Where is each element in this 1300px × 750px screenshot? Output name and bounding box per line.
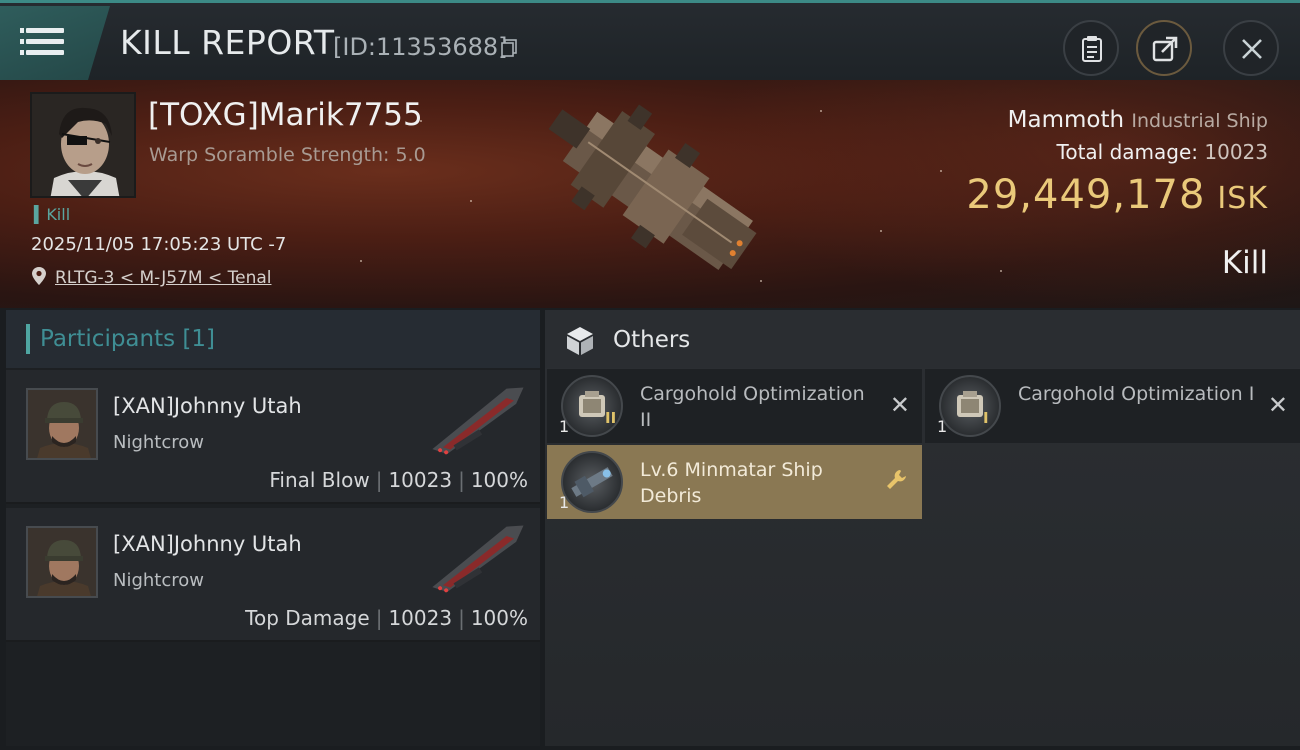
victim-portrait[interactable] — [30, 92, 136, 198]
participants-title: Participants [1] — [40, 326, 216, 352]
clipboard-button[interactable] — [1063, 20, 1119, 76]
participant-name[interactable]: [XAN]Johnny Utah — [113, 532, 302, 556]
kill-tag: ▍Kill — [34, 205, 71, 224]
close-icon — [1242, 39, 1262, 59]
cargohold-module-icon — [561, 375, 623, 437]
destroyed-x-icon: ✕ — [1267, 391, 1288, 419]
participant-damage: 10023 — [388, 468, 453, 492]
ship-debris-icon — [561, 451, 623, 513]
ship-class-label: Industrial Ship — [1131, 110, 1268, 132]
participant-role: Final Blow — [269, 468, 370, 492]
top-bar: KILL REPORT [ID:11353688] — [0, 0, 1300, 80]
item-tier: II — [605, 409, 617, 427]
participants-panel: Participants [1] [XAN]Johnny Utah Nightc… — [6, 310, 540, 746]
copy-icon[interactable] — [501, 39, 517, 57]
total-damage: Total damage: 10023 — [1057, 140, 1268, 164]
wrench-icon — [887, 470, 906, 489]
item-name: Lv.6 Minmatar Ship Debris — [640, 459, 823, 507]
report-id: [ID:11353688] — [333, 33, 508, 61]
participant-stats: Top Damage | 10023 | 100% — [245, 606, 528, 630]
cube-icon — [567, 327, 593, 355]
page-title: KILL REPORT — [120, 23, 335, 62]
menu-button[interactable] — [0, 6, 110, 80]
avatar[interactable] — [26, 388, 98, 460]
isk-amount: 29,449,178 — [966, 172, 1206, 218]
participant-row[interactable]: [XAN]Johnny Utah Nightcrow Final Blow | 10… — [6, 370, 540, 504]
avatar[interactable] — [26, 526, 98, 598]
total-damage-value: 10023 — [1204, 140, 1268, 164]
participant-row[interactable]: [XAN]Johnny Utah Nightcrow Top Damage | 10… — [6, 508, 540, 642]
participant-role: Top Damage — [245, 606, 370, 630]
item-slot[interactable]: 1 II Cargohold Optimization II ✕ — [547, 369, 922, 443]
victim-ship-image — [548, 104, 757, 270]
location-link[interactable]: RLTG-3 < M-J57M < Tenal — [55, 268, 271, 288]
others-title: Others — [613, 327, 691, 353]
result-label: Kill — [1221, 245, 1268, 281]
victim-ship-name[interactable]: Mammoth Industrial Ship — [1008, 107, 1268, 133]
isk-value: 29,449,178 ISK — [966, 172, 1268, 218]
others-panel: Others 1 II Cargohold Optimization II ✕ … — [545, 310, 1300, 746]
total-damage-label: Total damage: — [1056, 140, 1199, 164]
participant-ship-image — [432, 525, 524, 593]
isk-unit: ISK — [1217, 181, 1268, 216]
participant-damage: 10023 — [388, 606, 453, 630]
participants-header: Participants [1] — [6, 310, 540, 368]
item-name: Cargohold Optimization II — [640, 383, 865, 431]
participant-ship: Nightcrow — [113, 570, 204, 591]
participant-ship-image — [432, 387, 524, 455]
kill-timestamp: 2025/11/05 17:05:23 UTC -7 — [31, 234, 287, 255]
item-slot[interactable]: 1 I Cargohold Optimization I ✕ — [925, 369, 1300, 443]
warp-scramble-strength: Warp Soramble Strength: 5.0 — [149, 144, 426, 166]
participant-ship: Nightcrow — [113, 432, 204, 453]
participant-name[interactable]: [XAN]Johnny Utah — [113, 394, 302, 418]
ship-name-label: Mammoth — [1007, 107, 1125, 133]
item-quantity: 1 — [559, 493, 570, 512]
item-name: Cargohold Optimization I — [1018, 383, 1255, 405]
location-pin-icon — [32, 267, 46, 285]
item-quantity: 1 — [937, 417, 948, 436]
destroyed-x-icon: ✕ — [889, 391, 910, 419]
share-icon — [1152, 36, 1178, 62]
victim-name[interactable]: [TOXG]Marik7755 — [148, 97, 423, 133]
participant-stats: Final Blow | 10023 | 100% — [269, 468, 528, 492]
kill-tag-label: Kill — [46, 205, 71, 224]
close-button[interactable] — [1223, 20, 1279, 76]
share-button[interactable] — [1136, 20, 1192, 76]
cargohold-module-icon — [939, 375, 1001, 437]
item-tier: I — [983, 409, 989, 427]
others-header: Others — [545, 310, 1300, 368]
victim-banner: [TOXG]Marik7755 Warp Soramble Strength: … — [0, 80, 1300, 308]
clipboard-icon — [1082, 36, 1102, 62]
participant-percent: 100% — [470, 606, 528, 630]
participant-percent: 100% — [470, 468, 528, 492]
item-slot[interactable]: 1 Lv.6 Minmatar Ship Debris — [547, 445, 922, 519]
item-quantity: 1 — [559, 417, 570, 436]
